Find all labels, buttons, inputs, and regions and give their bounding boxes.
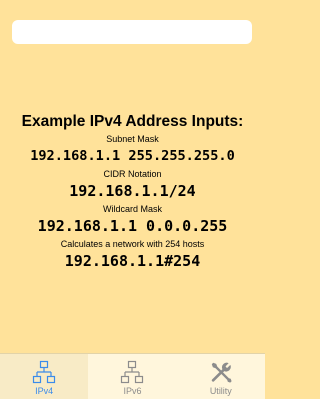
wildcard-mask-caption: Wildcard Mask: [102, 204, 162, 214]
subnet-mask-caption: Subnet Mask: [106, 134, 159, 144]
cidr-caption: CIDR Notation: [103, 169, 162, 179]
tab-ipv6[interactable]: IPv6: [88, 354, 176, 399]
tab-bar: IPv4 IPv6 Utility: [0, 353, 265, 399]
network-icon: [121, 360, 144, 384]
tab-utility[interactable]: Utility: [177, 354, 265, 399]
search-input[interactable]: [12, 20, 252, 44]
cidr-example: 192.168.1.1/24: [69, 182, 196, 200]
tab-ipv6-label: IPv6: [123, 386, 142, 396]
wildcard-mask-example: 192.168.1.1 0.0.0.255: [37, 217, 228, 235]
subnet-mask-example: 192.168.1.1 255.255.255.0: [30, 148, 235, 164]
hosts-caption: Calculates a network with 254 hosts: [60, 239, 205, 249]
hosts-example: 192.168.1.1#254: [64, 252, 201, 270]
tools-icon: [211, 362, 232, 383]
tab-utility-label: Utility: [209, 386, 232, 396]
tab-ipv4[interactable]: IPv4: [0, 354, 89, 399]
tab-ipv4-label: IPv4: [35, 386, 54, 396]
examples-title: Example IPv4 Address Inputs:: [21, 113, 244, 130]
examples-panel: Example IPv4 Address Inputs: Subnet Mask…: [0, 112, 265, 271]
network-icon: [33, 360, 56, 384]
